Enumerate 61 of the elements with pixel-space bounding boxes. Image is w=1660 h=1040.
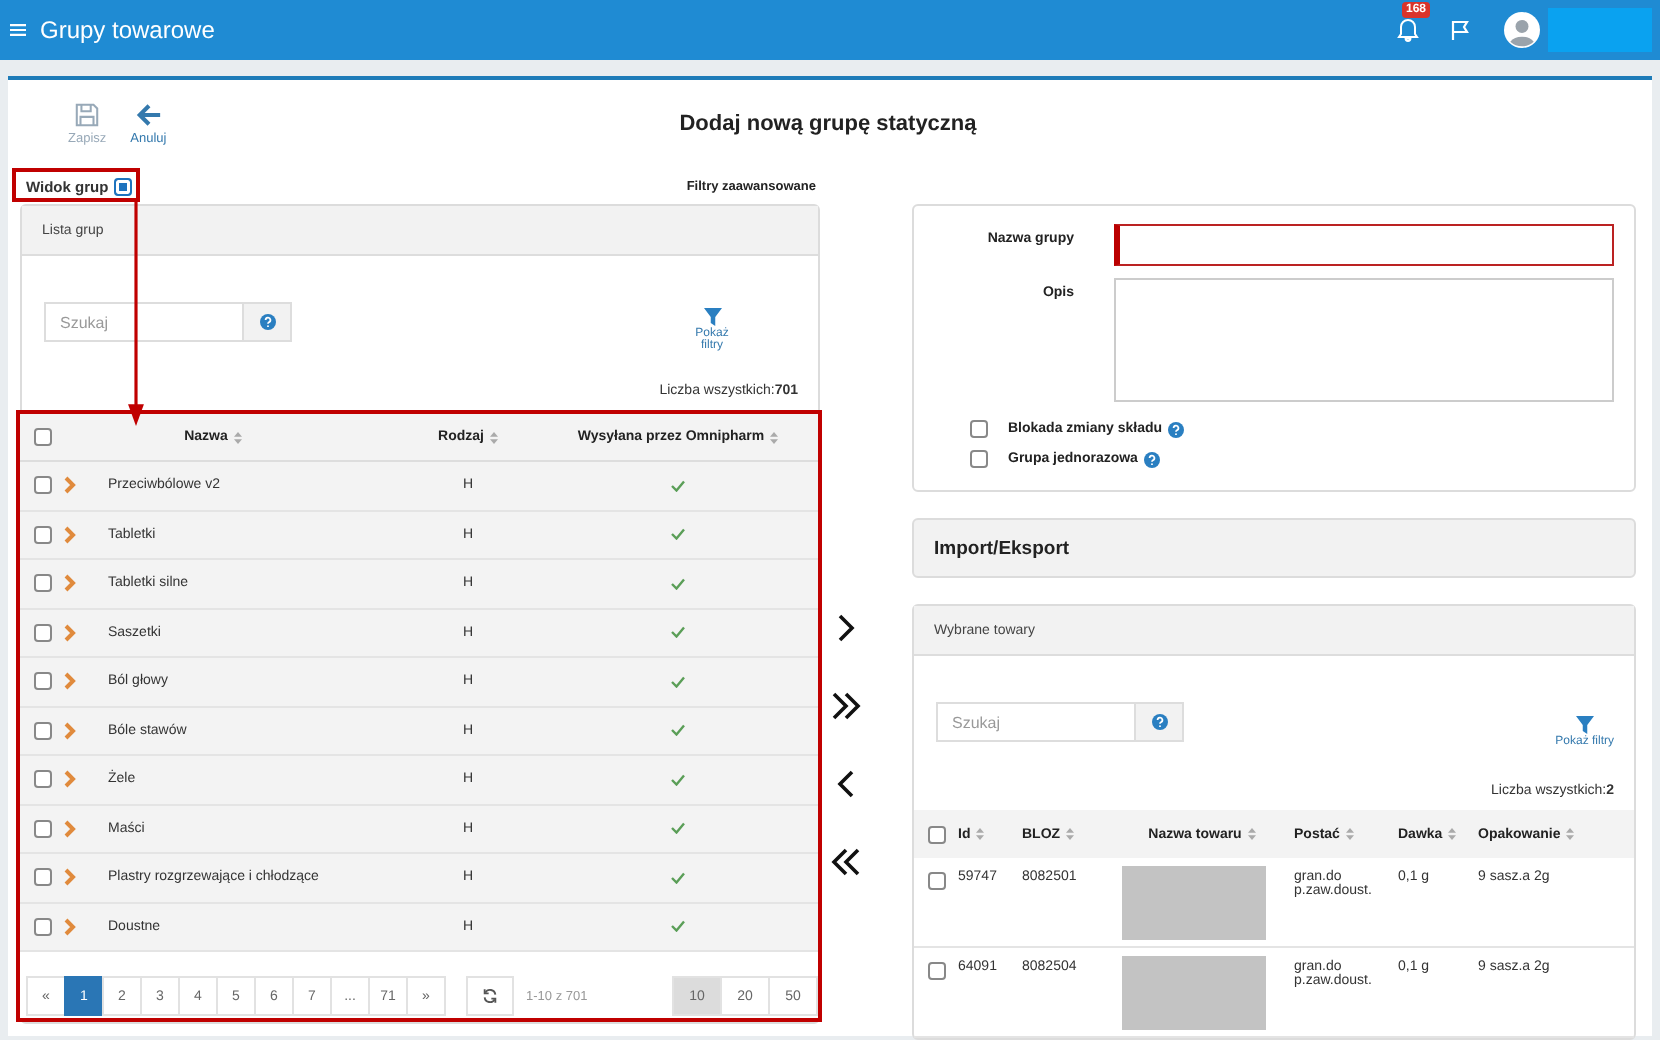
expand-icon[interactable]	[64, 819, 76, 838]
checkbox[interactable]	[33, 819, 51, 838]
checkbox[interactable]	[33, 525, 51, 544]
help-icon	[259, 314, 275, 330]
page-title: Dodaj nową grupę statyczną	[679, 112, 977, 136]
checkbox[interactable]	[114, 177, 133, 195]
help-button[interactable]	[1136, 702, 1184, 742]
expand-icon[interactable]	[64, 672, 76, 691]
checkbox[interactable]	[33, 770, 51, 789]
sort-icon	[1066, 828, 1075, 840]
expand-icon[interactable]	[64, 868, 76, 887]
sort-icon	[1345, 828, 1354, 840]
sort-icon	[976, 828, 985, 840]
expand-icon[interactable]	[64, 917, 76, 936]
expand-icon[interactable]	[64, 525, 76, 544]
checkbox[interactable]	[33, 476, 51, 495]
sort-icon	[233, 431, 242, 443]
help-icon[interactable]	[1143, 451, 1160, 467]
checkbox[interactable]	[33, 428, 51, 446]
sort-icon	[770, 431, 779, 443]
expand-icon[interactable]	[64, 770, 76, 789]
description-field[interactable]	[1114, 278, 1614, 402]
checkbox[interactable]	[927, 825, 945, 843]
expand-icon[interactable]	[64, 721, 76, 740]
checkbox[interactable]	[33, 672, 51, 691]
highlight-frame	[12, 168, 140, 202]
arrow-left-icon	[135, 102, 162, 128]
menu-icon[interactable]	[10, 22, 26, 38]
expand-icon[interactable]	[64, 476, 76, 495]
bell-icon[interactable]	[1396, 18, 1420, 42]
checkbox[interactable]	[970, 420, 988, 438]
expand-icon[interactable]	[64, 623, 76, 642]
funnel-icon	[1575, 716, 1594, 734]
sort-icon	[1566, 828, 1575, 840]
funnel-icon	[703, 308, 721, 326]
checkbox[interactable]	[33, 868, 51, 887]
transfer-button[interactable]	[830, 690, 862, 722]
checkbox[interactable]	[33, 917, 51, 936]
expand-icon[interactable]	[64, 574, 76, 593]
checkbox[interactable]	[33, 623, 51, 642]
checkbox[interactable]	[33, 574, 51, 593]
refresh-icon	[482, 988, 498, 1004]
search-field[interactable]: Szukaj	[44, 302, 244, 342]
help-button[interactable]	[244, 302, 292, 342]
app-title: Grupy towarowe	[40, 16, 215, 44]
sort-icon	[1247, 828, 1256, 840]
checkbox[interactable]	[970, 450, 988, 468]
transfer-button[interactable]	[830, 846, 862, 878]
help-icon	[1151, 714, 1167, 730]
checkbox[interactable]	[927, 872, 945, 890]
import-export-panel[interactable]: Import/Eksport	[912, 518, 1636, 578]
flag-icon[interactable]	[1448, 18, 1472, 42]
refresh-button[interactable]	[466, 976, 514, 1016]
group-name-field[interactable]	[1114, 224, 1614, 266]
avatar-icon[interactable]	[1504, 12, 1540, 48]
checkbox[interactable]	[927, 962, 945, 980]
search-field[interactable]: Szukaj	[936, 702, 1136, 742]
checkbox[interactable]	[33, 721, 51, 740]
sort-icon	[489, 431, 498, 443]
sort-icon	[1448, 828, 1457, 840]
help-icon[interactable]	[1168, 421, 1185, 437]
